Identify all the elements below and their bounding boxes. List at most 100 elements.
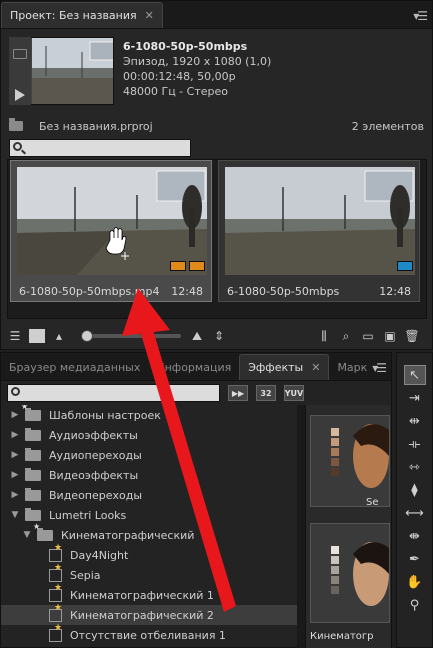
expand-arrow-icon[interactable]: ▶ [9, 470, 21, 480]
preset-icon [49, 603, 62, 622]
tree-item-label: Шаблоны настроек [49, 408, 161, 422]
project-search-input[interactable] [9, 139, 191, 157]
zoom-slider[interactable] [81, 330, 181, 342]
media-item-name: 6-1080-50p-50mbps [227, 285, 340, 298]
new-item-icon[interactable]: ▣ [382, 329, 398, 343]
folder-icon [25, 487, 41, 501]
tab-markers[interactable]: Марк [329, 354, 375, 380]
folder-icon [25, 507, 41, 521]
rolling-edit-tool-icon[interactable]: ⟛ [404, 434, 426, 454]
tab-info-label: Информация [156, 360, 232, 374]
audio-badge-icon [189, 261, 205, 271]
collapse-arrow-icon[interactable]: ▼ [21, 530, 33, 540]
tree-item-label: Day4Night [70, 548, 129, 562]
automate-to-sequence-icon[interactable]: ⫼ [316, 329, 332, 343]
tree-item[interactable]: ▶ Аудиоэффекты [1, 425, 297, 445]
tree-item[interactable]: ▶ Видеопереходы [1, 485, 297, 505]
ripple-edit-tool-icon[interactable]: ⇹ [404, 411, 426, 431]
zoom-out-icon[interactable]: ▴ [51, 329, 67, 343]
project-path-row: Без названия.prproj 2 элементов [1, 113, 432, 139]
zoom-slider-handle[interactable] [81, 330, 93, 342]
media-grid: 6-1080-50p-50mbps.mp4 12:48 6-1080-50p-5… [7, 159, 427, 319]
expand-arrow-icon[interactable]: ▶ [9, 450, 21, 460]
media-item[interactable]: 6-1080-50p-50mbps.mp4 12:48 [10, 160, 212, 302]
pen-tool-icon[interactable]: ✒ [404, 549, 426, 569]
collapse-arrow-icon[interactable]: ▼ [9, 510, 21, 520]
yuv-filter-button[interactable]: YUV [284, 385, 304, 401]
list-view-icon[interactable]: ☰ [7, 329, 23, 343]
tree-item[interactable]: ▶ Шаблоны настроек [1, 405, 297, 425]
search-icon [11, 387, 20, 396]
32bit-filter-button[interactable]: 32 [256, 385, 276, 401]
play-icon[interactable] [15, 89, 25, 101]
tree-item-label: Кинематографический 2 [70, 608, 214, 622]
project-toolbar: ☰ ▴ ⛰ ⇕ ⫼ ⌕ ▭ ▣ 🗑 [1, 323, 432, 349]
tab-media-browser[interactable]: Браузер медиаданных [1, 354, 148, 380]
media-thumbnail [225, 167, 415, 275]
selection-tool-icon[interactable]: ↖ [403, 365, 426, 385]
clip-name: 6-1080-50p-50mbps [123, 40, 248, 53]
zoom-tool-icon[interactable]: ⚲ [404, 595, 426, 615]
tree-item[interactable]: ▶ Видеоэффекты [1, 465, 297, 485]
rate-stretch-tool-icon[interactable]: ⇿ [404, 457, 426, 477]
expand-arrow-icon[interactable]: ▶ [9, 410, 21, 420]
tab-info[interactable]: Информация [148, 354, 239, 380]
media-item-duration: 12:48 [171, 285, 203, 298]
folder-icon [25, 447, 41, 461]
slide-tool-icon[interactable]: ⇼ [404, 526, 426, 546]
tab-media-browser-label: Браузер медиаданных [9, 360, 141, 374]
trash-icon[interactable]: 🗑 [404, 329, 420, 343]
effects-scrollbar[interactable] [297, 405, 305, 648]
sort-icon[interactable]: ⇕ [211, 329, 227, 343]
panel-menu-icon[interactable]: ▾☰ [413, 9, 428, 23]
tab-effects-label: Эффекты [248, 361, 304, 374]
preset-icon [49, 623, 62, 642]
expand-arrow-icon[interactable]: ▶ [9, 430, 21, 440]
icon-view-icon[interactable] [29, 329, 45, 343]
slip-tool-icon[interactable]: ⟷ [404, 503, 426, 523]
tree-item[interactable]: Отсутствие отбеливания 1 [1, 623, 297, 645]
preview-area: 6-1080-50p-50mbps Эпизод, 1920 x 1080 (1… [1, 29, 432, 113]
tree-item[interactable]: ▼ Lumetri Looks [1, 505, 297, 525]
accelerated-effects-icon[interactable]: ▶▶ [228, 385, 248, 401]
clip-info: 6-1080-50p-50mbps Эпизод, 1920 x 1080 (1… [123, 39, 271, 99]
video-badge-icon [170, 261, 186, 271]
media-item-duration: 12:48 [379, 285, 411, 298]
preview-controls [9, 37, 31, 105]
hand-tool-icon[interactable]: ✋ [404, 572, 426, 592]
lut-preview-card [310, 523, 390, 623]
tab-project[interactable]: Проект: Без названия ✕ [1, 2, 163, 28]
preview-image [32, 38, 113, 104]
panel-menu-icon[interactable]: ▾☰ [372, 361, 387, 375]
sequence-badge-icon [397, 261, 413, 271]
tree-item-label: Кинематографический [61, 528, 195, 542]
tree-item-label: Lumetri Looks [49, 508, 127, 522]
expand-arrow-icon[interactable]: ▶ [9, 490, 21, 500]
tree-item-label: Видеоэффекты [49, 468, 139, 482]
lut-preview-label: Кинематогр [310, 631, 374, 642]
tab-effects[interactable]: Эффекты ✕ [239, 354, 330, 380]
media-item-name: 6-1080-50p-50mbps.mp4 [19, 285, 160, 298]
find-icon[interactable]: ⌕ [338, 329, 354, 343]
new-bin-icon[interactable]: ▭ [360, 329, 376, 343]
tools-panel: ↖ ⇥ ⇹ ⟛ ⇿ ⧫ ⟷ ⇼ ✒ ✋ ⚲ [396, 352, 433, 648]
track-select-tool-icon[interactable]: ⇥ [404, 388, 426, 408]
tree-item[interactable]: Кинематографический 1 [1, 583, 297, 605]
tree-item[interactable]: Day4Night [1, 543, 297, 565]
razor-tool-icon[interactable]: ⧫ [404, 480, 426, 500]
project-file-name: Без названия.prproj [39, 119, 153, 133]
tree-item-label: Sepia [70, 568, 101, 582]
tree-item-selected[interactable]: Кинематографический 2 [1, 603, 297, 625]
effects-search-input[interactable] [7, 384, 220, 402]
effects-panel: Браузер медиаданных Информация Эффекты ✕… [0, 352, 392, 648]
search-icon [13, 142, 22, 151]
close-icon[interactable]: ✕ [311, 361, 320, 374]
tree-item[interactable]: ▶ Аудиопереходы [1, 445, 297, 465]
zoom-in-icon[interactable]: ⛰ [189, 329, 205, 343]
tree-item-label: Аудиоэффекты [49, 428, 138, 442]
tree-item[interactable]: ▼ Кинематографический [1, 522, 297, 545]
tree-item-label: Кинематографический 1 [70, 588, 214, 602]
media-item[interactable]: 6-1080-50p-50mbps 12:48 [218, 160, 420, 302]
close-icon[interactable]: ✕ [145, 9, 154, 22]
tree-item[interactable]: Sepia [1, 563, 297, 585]
